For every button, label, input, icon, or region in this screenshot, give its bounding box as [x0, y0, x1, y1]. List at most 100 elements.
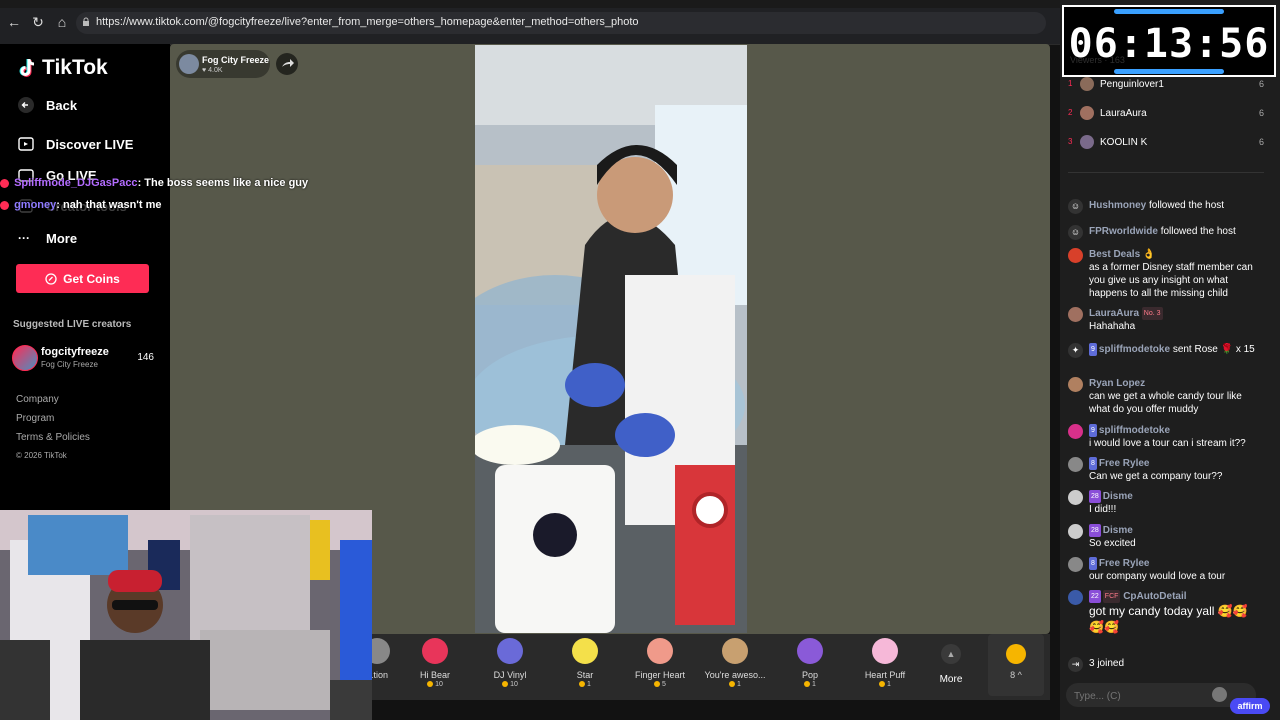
coin-icon	[579, 681, 586, 688]
chat-username[interactable]: FPRworldwide	[1089, 226, 1158, 237]
bear-gift-icon	[422, 638, 448, 664]
more-dots-icon: ···	[18, 231, 30, 245]
heart-puff-gift-icon	[872, 638, 898, 664]
gift-item[interactable]: Finger Heart 5	[625, 638, 695, 688]
level-badge: 22	[1089, 590, 1101, 603]
overlay-chat-text: : The boss seems like a nice guy	[137, 177, 309, 189]
level-badge: 28	[1089, 524, 1101, 537]
chat-text: Can we get a company tour??	[1089, 471, 1223, 483]
coin-icon	[879, 681, 886, 688]
chat-username[interactable]: Disme	[1103, 525, 1133, 536]
coin-balance-button[interactable]: 8 ^	[988, 634, 1044, 696]
level-badge: 9	[1089, 424, 1097, 437]
address-bar[interactable]: https://www.tiktok.com/@fogcityfreeze/li…	[76, 12, 1046, 34]
chat-username[interactable]: spliffmodetoke	[1099, 344, 1170, 355]
coin-icon	[502, 681, 509, 688]
footer-link-program[interactable]: Program	[16, 413, 54, 424]
chat-username[interactable]: spliffmodetoke	[1099, 425, 1170, 436]
timer-bar-top	[1114, 9, 1224, 14]
overlay-chat-user: gmoney	[14, 199, 57, 211]
tiktok-logo-icon	[19, 58, 35, 77]
url-text: https://www.tiktok.com/@fogcityfreeze/li…	[96, 16, 639, 28]
gift-name: Finger Heart	[634, 670, 686, 680]
gift-price: 1	[550, 681, 620, 688]
site-info-icon[interactable]	[82, 17, 90, 27]
gift-item[interactable]: DJ Vinyl 10	[475, 638, 545, 688]
footer-link-terms[interactable]: Terms & Policies	[16, 432, 90, 443]
host-info[interactable]: Fog City Freeze ♥ 4.0K	[176, 50, 270, 78]
host-avatar	[179, 54, 199, 74]
live-video[interactable]	[475, 45, 747, 633]
more-gifts-button[interactable]: ▲ More	[928, 640, 974, 685]
sidebar-item-label: More	[46, 230, 78, 246]
top-viewer-row[interactable]: 2 LauraAura 6	[1068, 106, 1264, 122]
overlay-chat-message: Spliffmode_DJGasPacc: The boss seems lik…	[0, 177, 308, 189]
gift-item[interactable]: Pop 1	[775, 638, 845, 688]
tiktok-logo[interactable]: TikTok	[18, 56, 108, 80]
pop-gift-icon	[797, 638, 823, 664]
level-badge: 28	[1089, 490, 1101, 503]
chat-divider	[1068, 172, 1264, 173]
top-viewer-row[interactable]: 3 KOOLIN K 6	[1068, 135, 1264, 151]
timer-bar-bottom	[1114, 69, 1224, 74]
gift-price: 5	[625, 681, 695, 688]
sidebar-item-more[interactable]: ··· More	[18, 230, 77, 246]
video-frame-illustration	[475, 45, 747, 633]
overlay-chat-user: Spliffmode_DJGasPacc	[14, 177, 138, 189]
get-coins-label: Get Coins	[63, 271, 120, 286]
sidebar-item-back[interactable]: Back	[18, 97, 77, 113]
chat-username[interactable]: Best Deals 👌	[1089, 248, 1261, 261]
user-badge-icon	[0, 200, 9, 210]
chevron-up-icon: ▲	[941, 644, 961, 664]
tab-strip	[0, 0, 1060, 8]
chat-input[interactable]	[1072, 687, 1206, 705]
chat-text: followed the host	[1149, 200, 1225, 211]
viewer-score: 6	[1258, 137, 1264, 147]
live-tv-icon	[18, 137, 34, 151]
gift-item[interactable]: Hi Bear 10	[400, 638, 470, 688]
get-coins-button[interactable]: Get Coins	[16, 264, 149, 293]
viewer-rank: 3	[1068, 137, 1073, 146]
avatar	[1068, 490, 1083, 505]
coin-balance: 8 ^	[1010, 670, 1022, 680]
avatar	[1068, 377, 1083, 392]
gift-price: 10	[400, 681, 470, 688]
gift-item[interactable]: You're aweso... 1	[700, 638, 770, 688]
chat-username[interactable]: Ryan Lopez	[1089, 377, 1261, 390]
sidebar-item-discover-live[interactable]: Discover LIVE	[18, 136, 133, 152]
home-icon[interactable]: ⌂	[54, 14, 70, 30]
chat-username[interactable]: Free Rylee	[1099, 558, 1150, 569]
chat-text: So excited	[1089, 538, 1136, 550]
gift-item[interactable]: Star 1	[550, 638, 620, 688]
emoji-icon[interactable]	[1212, 687, 1227, 702]
footer-link-company[interactable]: Company	[16, 394, 59, 405]
sidebar-item-label: Back	[46, 97, 78, 113]
gift-name: Hi Bear	[419, 670, 450, 680]
user-badge-icon	[0, 178, 9, 188]
avatar	[1068, 557, 1083, 572]
avatar	[1068, 590, 1083, 605]
back-arrow-icon[interactable]: ←	[6, 14, 22, 30]
chat-username[interactable]: Free Rylee	[1099, 458, 1150, 469]
coin-icon	[804, 681, 811, 688]
viewer-score: 6	[1258, 79, 1264, 89]
share-icon[interactable]	[276, 53, 298, 75]
gift-name: You're aweso...	[704, 670, 766, 680]
viewer-name: LauraAura	[1100, 108, 1147, 119]
chat-username[interactable]: Hushmoney	[1089, 200, 1146, 211]
top-viewer-row[interactable]: 1 Penguinlover1 6	[1068, 77, 1264, 93]
chat-username[interactable]: Disme	[1103, 491, 1133, 502]
star-gift-icon	[572, 638, 598, 664]
coin-icon	[45, 272, 57, 285]
logo-text: TikTok	[42, 56, 108, 79]
chat-input-box[interactable]	[1066, 683, 1256, 707]
chat-text: got my candy today yall 🥰🥰🥰🥰	[1089, 604, 1248, 635]
reload-icon[interactable]: ↻	[30, 14, 46, 30]
chat-username[interactable]: CpAutoDetail	[1123, 591, 1186, 602]
creator-display-name: Fog City Freeze	[41, 360, 98, 369]
suggested-creator[interactable]: fogcityfreeze Fog City Freeze 146	[12, 342, 154, 372]
viewer-name: Penguinlover1	[1100, 79, 1164, 90]
chat-username[interactable]: LauraAura	[1089, 308, 1139, 319]
affirm-badge[interactable]: affirm	[1230, 698, 1270, 714]
gift-item[interactable]: Heart Puff 1	[850, 638, 920, 688]
